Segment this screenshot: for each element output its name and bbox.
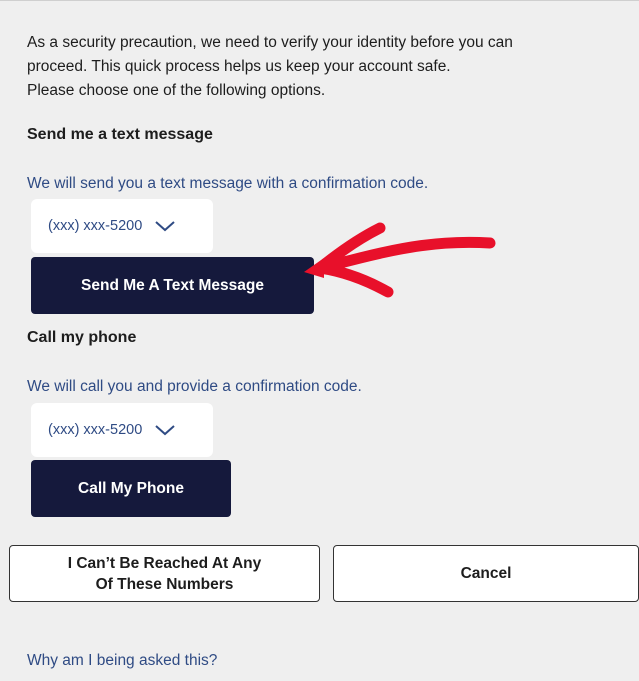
text-message-description: We will send you a text message with a c… (27, 175, 429, 192)
why-asked-link[interactable]: Why am I being asked this? (27, 652, 217, 670)
send-text-message-button[interactable]: Send Me A Text Message (31, 257, 314, 314)
cancel-button[interactable]: Cancel (333, 545, 639, 602)
cant-be-reached-label: I Can’t Be Reached At Any Of These Numbe… (68, 553, 262, 595)
cant-be-reached-line-2: Of These Numbers (95, 575, 234, 593)
chevron-down-icon (155, 221, 175, 232)
intro-line-2: proceed. This quick process helps us kee… (27, 58, 451, 75)
call-phone-value: (xxx) xxx-5200 (48, 422, 143, 438)
cant-be-reached-button[interactable]: I Can’t Be Reached At Any Of These Numbe… (9, 545, 320, 602)
cant-be-reached-line-1: I Can’t Be Reached At Any (67, 554, 262, 572)
red-arrow-icon (304, 222, 496, 298)
top-divider (0, 0, 639, 1)
call-phone-select[interactable]: (xxx) xxx-5200 (31, 403, 213, 457)
intro-line-1: As a security precaution, we need to ver… (27, 34, 513, 51)
intro-text: As a security precaution, we need to ver… (27, 31, 617, 103)
intro-line-3: Please choose one of the following optio… (27, 82, 326, 99)
call-my-phone-button[interactable]: Call My Phone (31, 460, 231, 517)
text-phone-select[interactable]: (xxx) xxx-5200 (31, 199, 213, 253)
text-message-heading: Send me a text message (27, 126, 213, 143)
chevron-down-icon (155, 425, 175, 436)
text-phone-value: (xxx) xxx-5200 (48, 218, 143, 234)
call-phone-heading: Call my phone (27, 329, 137, 346)
call-phone-description: We will call you and provide a confirmat… (27, 378, 362, 395)
